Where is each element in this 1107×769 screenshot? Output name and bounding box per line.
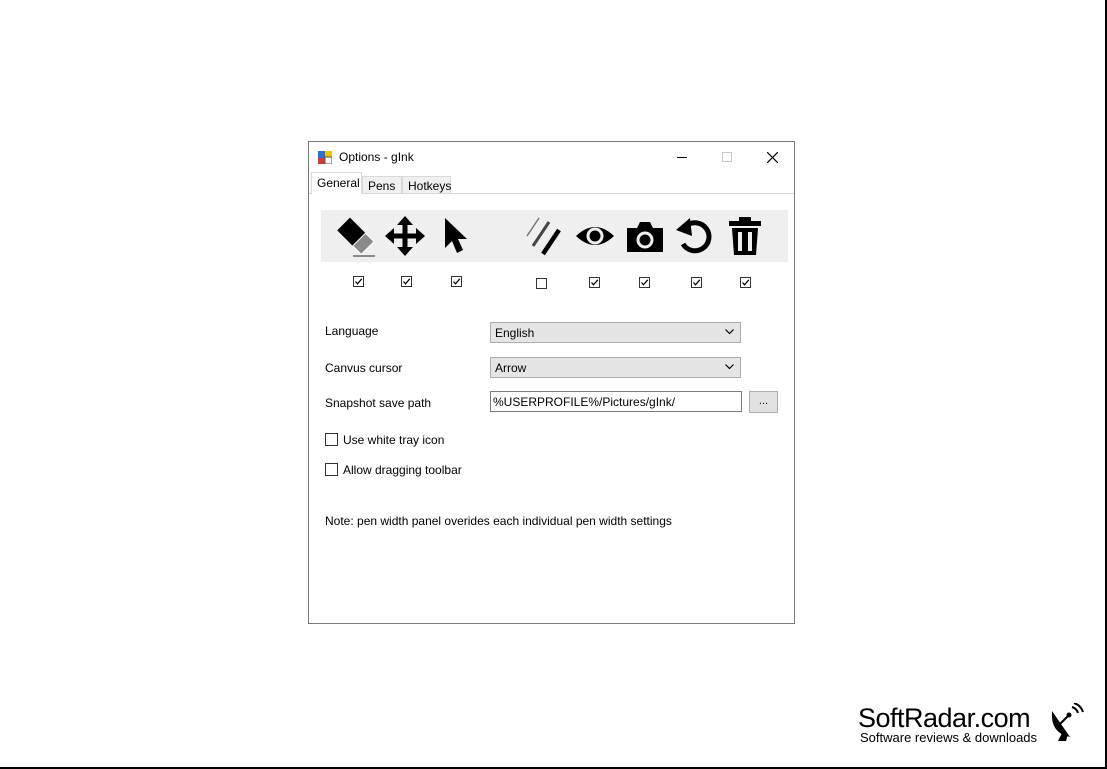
- tab-pens[interactable]: Pens: [362, 176, 402, 193]
- maximize-icon: [722, 152, 732, 162]
- toolbar-preview: [321, 210, 788, 262]
- options-window: Options - gInk General Pens Hotkeys Lang…: [308, 141, 795, 624]
- tab-strip: General Pens Hotkeys: [309, 172, 794, 194]
- language-label: Language: [325, 324, 379, 338]
- undo-toggle-checkbox[interactable]: [691, 277, 702, 288]
- softradar-watermark: SoftRadar.com Software reviews & downloa…: [858, 703, 1088, 751]
- checkmark-icon: [355, 278, 363, 285]
- checkmark-icon: [591, 279, 599, 286]
- checkmark-icon: [453, 278, 461, 285]
- trash-icon: [729, 217, 761, 255]
- language-value: English: [495, 326, 535, 340]
- camera-icon: [627, 222, 663, 252]
- language-select[interactable]: English: [490, 322, 741, 343]
- window-title: Options - gInk: [339, 150, 414, 164]
- tab-divider: [309, 193, 794, 194]
- checkmark-icon: [742, 279, 750, 286]
- eraser-icon: [337, 217, 375, 257]
- white-tray-label: Use white tray icon: [343, 433, 445, 447]
- eye-toggle-checkbox[interactable]: [589, 277, 600, 288]
- move-toggle-checkbox[interactable]: [401, 276, 412, 287]
- checkmark-icon: [403, 278, 411, 285]
- minimize-button[interactable]: [659, 142, 705, 172]
- title-bar[interactable]: Options - gInk: [309, 142, 794, 172]
- browse-button[interactable]: ...: [749, 391, 778, 413]
- pen-width-toggle-checkbox[interactable]: [536, 278, 547, 289]
- chevron-down-icon: [725, 364, 734, 370]
- checkmark-icon: [641, 279, 649, 286]
- app-icon: [318, 151, 332, 164]
- dragging-toolbar-checkbox[interactable]: [325, 463, 338, 476]
- close-icon: [766, 151, 778, 163]
- cursor-select[interactable]: Arrow: [490, 357, 741, 378]
- cursor-value: Arrow: [495, 361, 527, 375]
- undo-icon: [676, 218, 712, 254]
- brand-tagline: Software reviews & downloads: [860, 730, 1038, 745]
- move-icon: [385, 216, 425, 256]
- tab-hotkeys[interactable]: Hotkeys: [402, 176, 451, 193]
- chevron-down-icon: [725, 329, 734, 335]
- eraser-toggle-checkbox[interactable]: [353, 276, 364, 287]
- pen-width-note: Note: pen width panel overides each indi…: [325, 514, 672, 528]
- maximize-button[interactable]: [704, 142, 750, 172]
- white-tray-checkbox[interactable]: [325, 433, 338, 446]
- dragging-toolbar-label: Allow dragging toolbar: [343, 463, 462, 477]
- pointer-toggle-checkbox[interactable]: [451, 276, 462, 287]
- eye-icon: [576, 227, 614, 245]
- minimize-icon: [677, 157, 687, 158]
- close-button[interactable]: [749, 142, 795, 172]
- checkmark-icon: [693, 279, 701, 286]
- cursor-label: Canvus cursor: [325, 361, 403, 375]
- satellite-dish-icon: [1051, 703, 1084, 741]
- snapshot-label: Snapshot save path: [325, 396, 432, 410]
- camera-toggle-checkbox[interactable]: [639, 277, 650, 288]
- pen-width-icon: [526, 217, 561, 256]
- trash-toggle-checkbox[interactable]: [740, 277, 751, 288]
- pointer-icon: [445, 218, 467, 253]
- snapshot-path-input[interactable]: %USERPROFILE%/Pictures/gInk/: [490, 391, 742, 412]
- tab-general[interactable]: General: [311, 172, 362, 194]
